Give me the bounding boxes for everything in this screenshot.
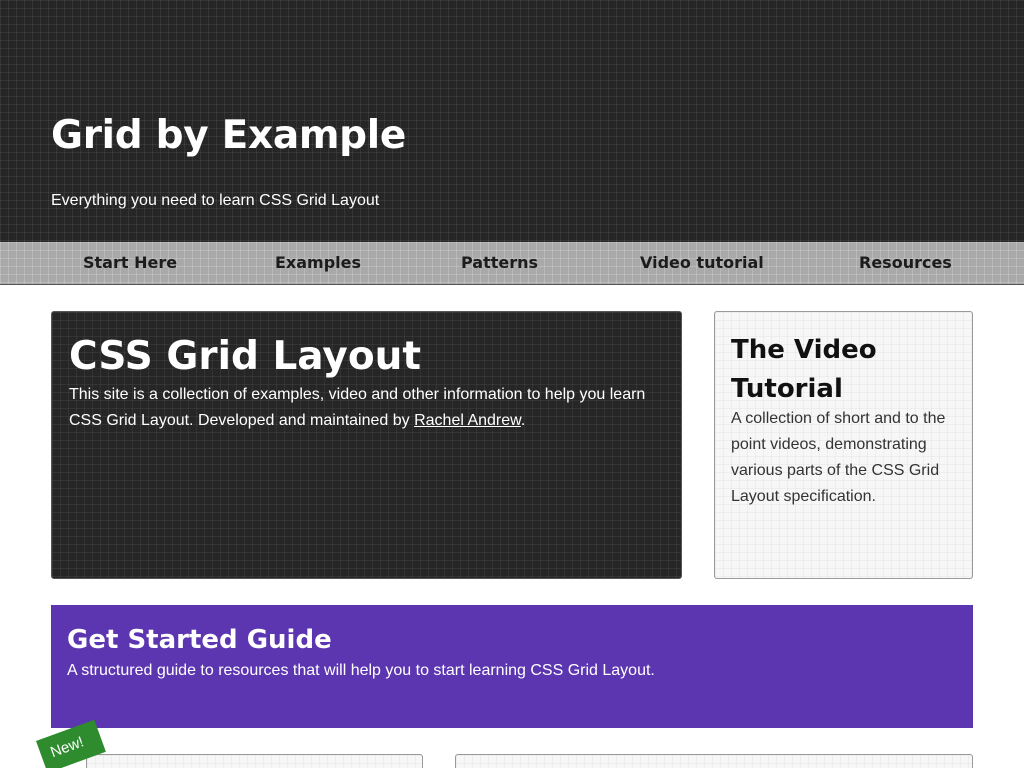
intro-text-end: .: [520, 412, 526, 429]
nav-item-video-tutorial[interactable]: Video tutorial: [640, 253, 764, 272]
feature-card-left[interactable]: [86, 754, 423, 768]
site-header: Grid by Example Everything you need to l…: [0, 0, 1024, 242]
nav-item-patterns[interactable]: Patterns: [461, 253, 538, 272]
guide-title[interactable]: Get Started Guide: [67, 625, 332, 655]
video-tutorial-title[interactable]: The Video Tutorial: [731, 331, 961, 409]
intro-text: This site is a collection of examples, v…: [69, 382, 659, 434]
nav-item-start-here[interactable]: Start Here: [83, 253, 177, 272]
author-link[interactable]: Rachel Andrew: [414, 412, 521, 429]
intro-title: CSS Grid Layout: [69, 334, 422, 379]
nav-item-examples[interactable]: Examples: [275, 253, 361, 272]
get-started-guide-panel[interactable]: Get Started Guide A structured guide to …: [51, 605, 973, 728]
intro-panel: CSS Grid Layout This site is a collectio…: [51, 311, 682, 579]
nav-item-resources[interactable]: Resources: [859, 253, 952, 272]
feature-card-right[interactable]: [455, 754, 973, 768]
intro-text-body: This site is a collection of examples, v…: [69, 386, 646, 429]
main-nav: Start Here Examples Patterns Video tutor…: [0, 242, 1024, 285]
video-tutorial-text: A collection of short and to the point v…: [731, 410, 946, 505]
site-tagline: Everything you need to learn CSS Grid La…: [51, 192, 380, 209]
guide-text: A structured guide to resources that wil…: [67, 662, 655, 679]
site-title[interactable]: Grid by Example: [51, 113, 406, 158]
video-tutorial-panel[interactable]: The Video Tutorial A collection of short…: [714, 311, 973, 579]
